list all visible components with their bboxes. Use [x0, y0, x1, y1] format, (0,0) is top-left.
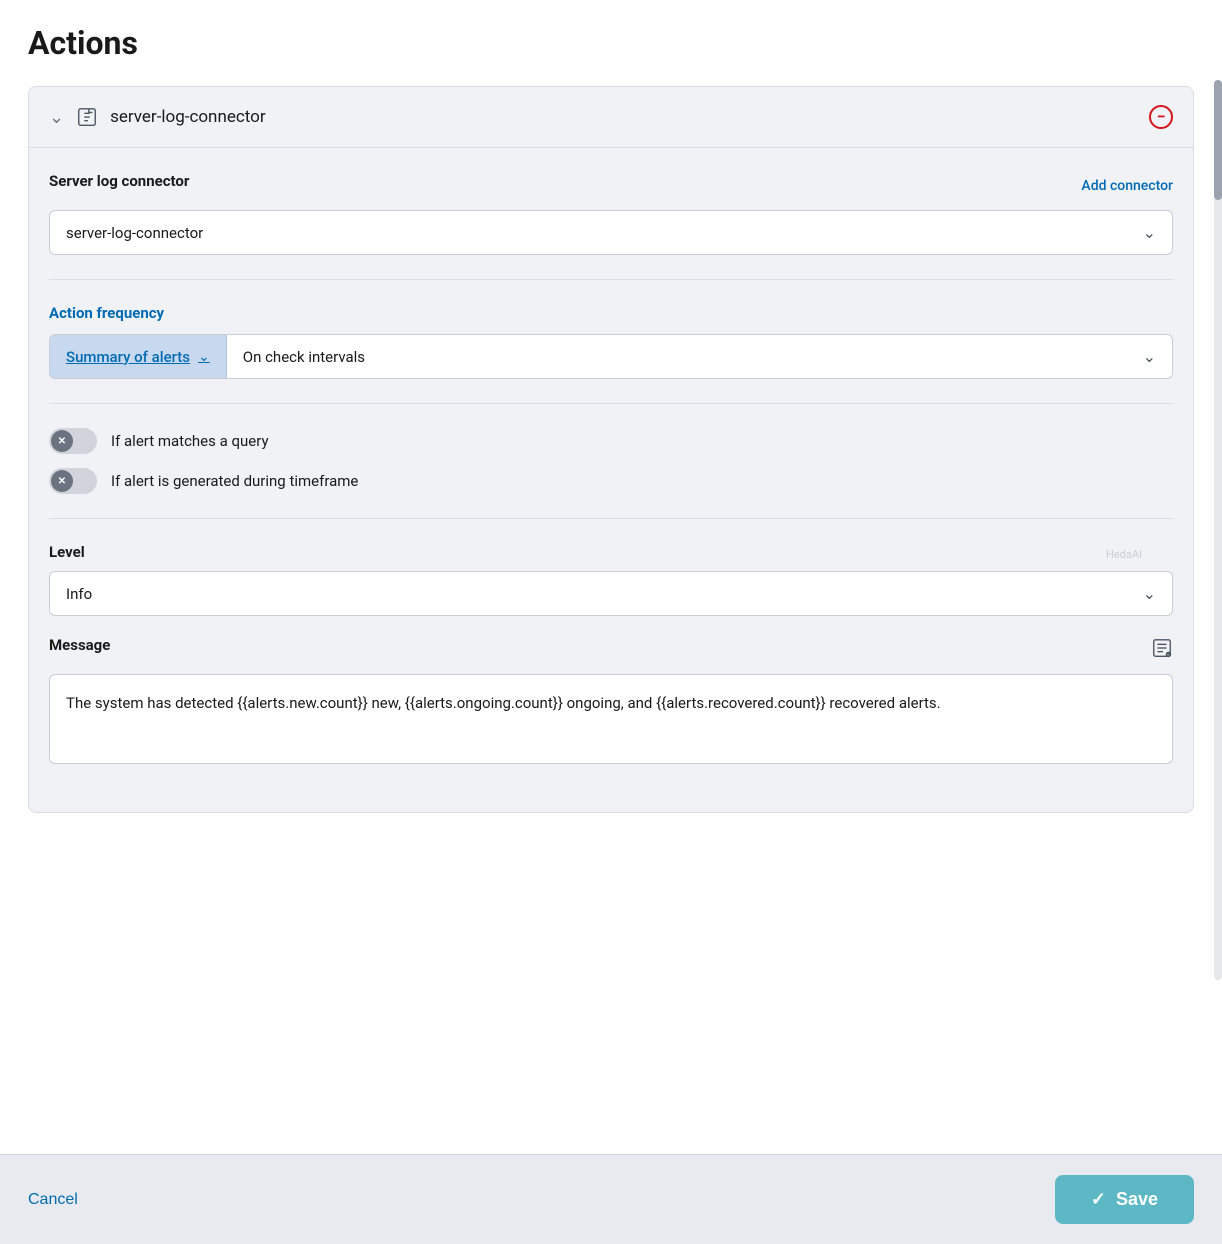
card-title: server-log-connector: [110, 107, 266, 127]
toggle-thumb-1: [51, 430, 73, 452]
section-divider-1: [49, 279, 1173, 280]
page-container: Actions ⌄ server-log-connector −: [0, 0, 1222, 1244]
card-header: ⌄ server-log-connector −: [29, 87, 1193, 148]
filter-label-1: If alert matches a query: [111, 432, 269, 450]
add-connector-link[interactable]: Add connector: [1081, 178, 1173, 194]
check-icon: ✓: [1091, 1189, 1106, 1210]
footer: Cancel ✓ Save: [0, 1154, 1222, 1244]
frequency-interval-chevron-icon: ⌄: [1143, 347, 1156, 366]
minus-icon: −: [1157, 109, 1166, 125]
action-card: ⌄ server-log-connector − Server log conn…: [28, 86, 1194, 813]
collapse-chevron-icon[interactable]: ⌄: [49, 107, 64, 128]
connector-section-header: Server log connector Add connector: [49, 172, 1173, 200]
frequency-type-button[interactable]: Summary of alerts ⌄: [50, 335, 227, 378]
remove-button[interactable]: −: [1149, 105, 1173, 129]
filter-label-2: If alert is generated during timeframe: [111, 472, 358, 490]
section-divider-2: [49, 403, 1173, 404]
filter-row-1: If alert matches a query: [49, 428, 1173, 454]
toggle-thumb-2: [51, 470, 73, 492]
action-frequency-label: Action frequency: [49, 304, 1173, 322]
page-title: Actions: [28, 24, 1194, 62]
connector-select-value: server-log-connector: [66, 224, 203, 242]
card-header-left: ⌄ server-log-connector: [49, 106, 1137, 128]
section-divider-3: [49, 518, 1173, 519]
message-label: Message: [49, 636, 110, 654]
cancel-button[interactable]: Cancel: [28, 1191, 78, 1209]
level-select[interactable]: Info ⌄: [49, 571, 1173, 616]
message-template-icon[interactable]: +: [1151, 637, 1173, 663]
card-body: Server log connector Add connector serve…: [29, 148, 1193, 812]
level-label: Level: [49, 543, 1173, 561]
frequency-type-label: Summary of alerts: [66, 348, 190, 366]
scrollbar-thumb[interactable]: [1214, 80, 1222, 200]
frequency-interval-value: On check intervals: [243, 348, 365, 366]
level-select-value: Info: [66, 585, 92, 603]
connector-section-label: Server log connector: [49, 172, 189, 190]
frequency-interval-select[interactable]: On check intervals ⌄: [227, 335, 1172, 378]
level-select-chevron-icon: ⌄: [1143, 584, 1156, 603]
filter-row-2: If alert is generated during timeframe: [49, 468, 1173, 494]
save-label: Save: [1116, 1189, 1158, 1210]
connector-select[interactable]: server-log-connector ⌄: [49, 210, 1173, 255]
connector-select-chevron-icon: ⌄: [1143, 223, 1156, 242]
connector-icon: [76, 106, 98, 128]
message-header-row: Message +: [49, 636, 1173, 664]
message-section: Message + The system has detected {{aler…: [49, 636, 1173, 768]
level-section: Level Info ⌄: [49, 543, 1173, 616]
svg-text:+: +: [1167, 653, 1169, 657]
scrollbar-track[interactable]: [1214, 80, 1222, 980]
filter-toggle-1[interactable]: [49, 428, 97, 454]
filter-toggle-2[interactable]: [49, 468, 97, 494]
frequency-row: Summary of alerts ⌄ On check intervals ⌄: [49, 334, 1173, 379]
save-button[interactable]: ✓ Save: [1055, 1175, 1194, 1224]
message-textarea[interactable]: The system has detected {{alerts.new.cou…: [49, 674, 1173, 764]
frequency-type-chevron-icon: ⌄: [198, 349, 210, 365]
